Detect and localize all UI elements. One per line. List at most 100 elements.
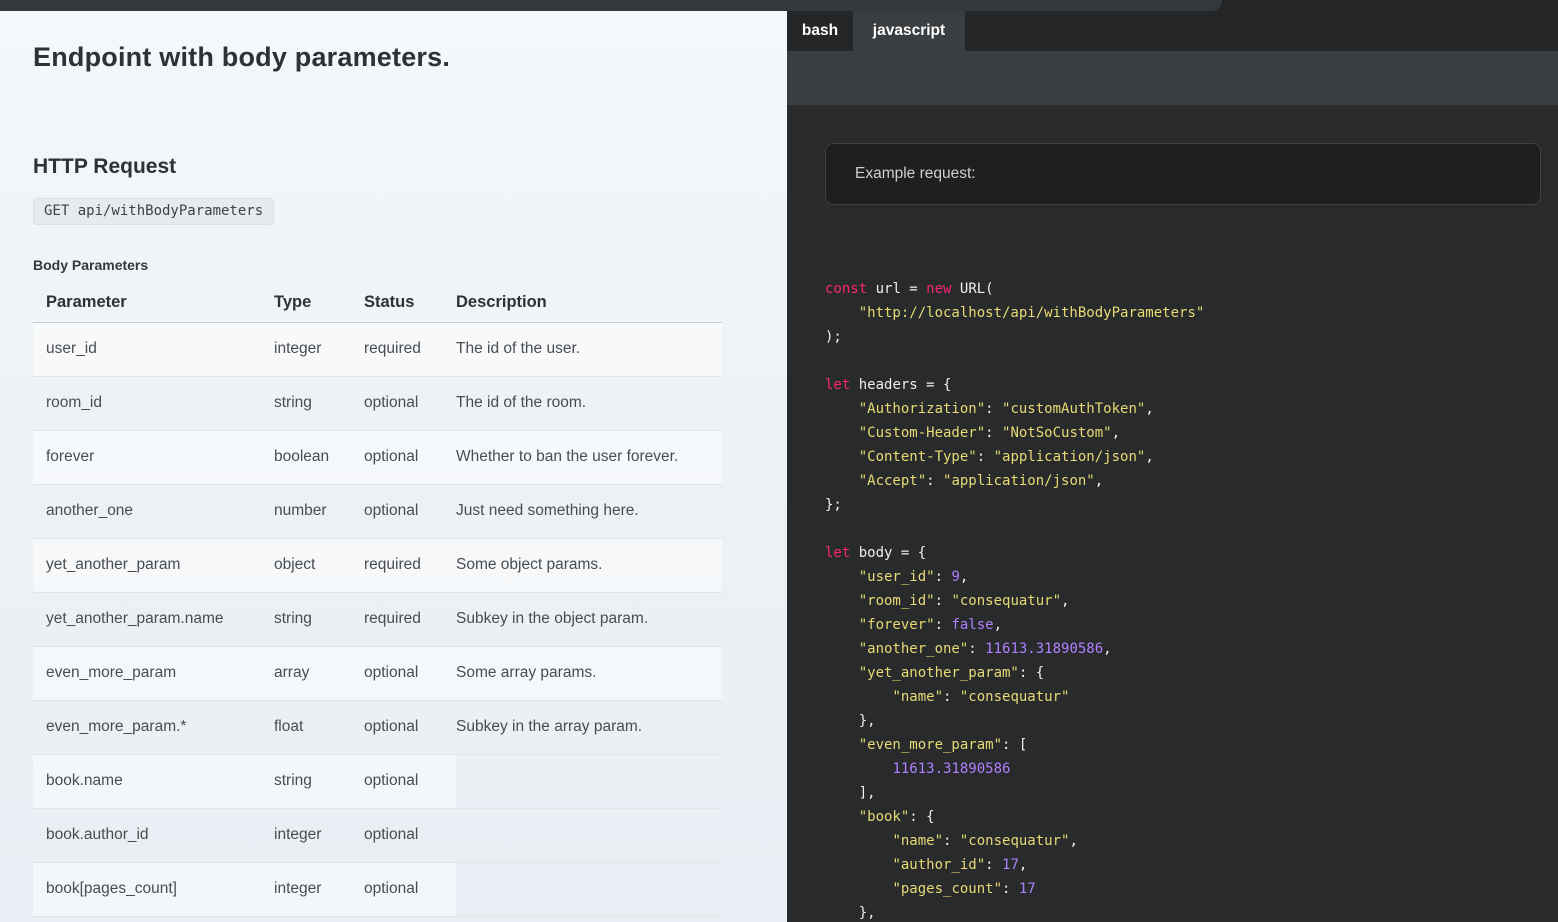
docs-content-panel: Endpoint with body parameters. HTTP Requ… bbox=[0, 11, 787, 922]
code-line: }, bbox=[825, 901, 1541, 922]
code-line: "Accept": "application/json", bbox=[825, 469, 1541, 493]
table-row: user_idintegerrequiredThe id of the user… bbox=[33, 322, 722, 376]
code-line: }, bbox=[825, 709, 1541, 733]
code-line: "name": "consequatur", bbox=[825, 829, 1541, 853]
code-line: "Content-Type": "application/json", bbox=[825, 445, 1541, 469]
table-row: book.author_idintegeroptional bbox=[33, 808, 722, 862]
cell-description: The id of the user. bbox=[456, 322, 722, 376]
cell-status: optional bbox=[364, 430, 456, 484]
cell-parameter: book[pages_count] bbox=[33, 862, 274, 916]
table-row: yet_another_param.namestringrequiredSubk… bbox=[33, 592, 722, 646]
cell-status: optional bbox=[364, 646, 456, 700]
table-row: room_idstringoptionalThe id of the room. bbox=[33, 376, 722, 430]
cell-status: optional bbox=[364, 754, 456, 808]
browser-top-bar bbox=[0, 0, 1558, 11]
code-line: "forever": false, bbox=[825, 613, 1541, 637]
cell-parameter: even_more_param bbox=[33, 646, 274, 700]
table-row: book[pages_count]integeroptional bbox=[33, 862, 722, 916]
table-row: foreverbooleanoptionalWhether to ban the… bbox=[33, 430, 722, 484]
code-line: }; bbox=[825, 493, 1541, 517]
table-header-row: Parameter Type Status Description bbox=[33, 283, 722, 322]
cell-description: The id of the room. bbox=[456, 376, 722, 430]
cell-parameter: book.author_id bbox=[33, 808, 274, 862]
cell-status: required bbox=[364, 322, 456, 376]
cell-status: optional bbox=[364, 808, 456, 862]
code-line: "pages_count": 17 bbox=[825, 877, 1541, 901]
body-parameters-label: Body Parameters bbox=[33, 257, 148, 273]
code-line: "even_more_param": [ bbox=[825, 733, 1541, 757]
cell-type: string bbox=[274, 592, 364, 646]
cell-parameter: even_more_param.* bbox=[33, 700, 274, 754]
cell-type: integer bbox=[274, 862, 364, 916]
cell-parameter: book.name bbox=[33, 754, 274, 808]
cell-status: optional bbox=[364, 376, 456, 430]
tab-bar-sub-band bbox=[787, 51, 1558, 105]
page-title: Endpoint with body parameters. bbox=[33, 42, 450, 73]
cell-description: Some array params. bbox=[456, 646, 722, 700]
code-line: "yet_another_param": { bbox=[825, 661, 1541, 685]
cell-type: string bbox=[274, 754, 364, 808]
cell-description: Subkey in the array param. bbox=[456, 700, 722, 754]
cell-description bbox=[456, 808, 722, 862]
code-line: "another_one": 11613.31890586, bbox=[825, 637, 1541, 661]
code-line: "author_id": 17, bbox=[825, 853, 1541, 877]
browser-top-bar-segment bbox=[0, 0, 1222, 11]
code-line: "Custom-Header": "NotSoCustom", bbox=[825, 421, 1541, 445]
cell-status: required bbox=[364, 592, 456, 646]
column-header-description: Description bbox=[456, 283, 722, 322]
cell-type: string bbox=[274, 376, 364, 430]
cell-type: array bbox=[274, 646, 364, 700]
cell-parameter: yet_another_param bbox=[33, 538, 274, 592]
table-row: yet_another_paramobjectrequiredSome obje… bbox=[33, 538, 722, 592]
cell-description bbox=[456, 754, 722, 808]
code-line: "room_id": "consequatur", bbox=[825, 589, 1541, 613]
cell-parameter: another_one bbox=[33, 484, 274, 538]
example-request-label: Example request: bbox=[855, 165, 976, 183]
language-tab-bar: bashjavascript bbox=[787, 11, 1558, 51]
tab-bash[interactable]: bash bbox=[787, 11, 853, 51]
code-line: "book": { bbox=[825, 805, 1541, 829]
cell-description: Some object params. bbox=[456, 538, 722, 592]
code-line bbox=[825, 349, 1541, 373]
cell-type: boolean bbox=[274, 430, 364, 484]
code-example-panel: bashjavascript Example request: const ur… bbox=[787, 11, 1558, 922]
code-line: 11613.31890586 bbox=[825, 757, 1541, 781]
cell-type: number bbox=[274, 484, 364, 538]
body-parameters-table: Parameter Type Status Description user_i… bbox=[33, 283, 722, 917]
cell-parameter: room_id bbox=[33, 376, 274, 430]
cell-parameter: yet_another_param.name bbox=[33, 592, 274, 646]
table-row: book.namestringoptional bbox=[33, 754, 722, 808]
cell-type: integer bbox=[274, 322, 364, 376]
cell-type: integer bbox=[274, 808, 364, 862]
code-line: ); bbox=[825, 325, 1541, 349]
cell-status: required bbox=[364, 538, 456, 592]
cell-description: Just need something here. bbox=[456, 484, 722, 538]
cell-status: optional bbox=[364, 862, 456, 916]
code-line: "Authorization": "customAuthToken", bbox=[825, 397, 1541, 421]
table-row: another_onenumberoptionalJust need somet… bbox=[33, 484, 722, 538]
code-line: let headers = { bbox=[825, 373, 1541, 397]
example-request-box: Example request: bbox=[825, 143, 1541, 205]
endpoint-method-chip: GET api/withBodyParameters bbox=[33, 198, 274, 225]
table-row: even_more_param.*floatoptionalSubkey in … bbox=[33, 700, 722, 754]
column-header-parameter: Parameter bbox=[33, 283, 274, 322]
http-request-heading: HTTP Request bbox=[33, 155, 176, 179]
code-block: const url = new URL( "http://localhost/a… bbox=[825, 277, 1541, 922]
code-line: let body = { bbox=[825, 541, 1541, 565]
code-line: "user_id": 9, bbox=[825, 565, 1541, 589]
cell-description: Subkey in the object param. bbox=[456, 592, 722, 646]
code-line: ], bbox=[825, 781, 1541, 805]
cell-type: object bbox=[274, 538, 364, 592]
cell-parameter: user_id bbox=[33, 322, 274, 376]
cell-description bbox=[456, 862, 722, 916]
column-header-status: Status bbox=[364, 283, 456, 322]
code-line: const url = new URL( bbox=[825, 277, 1541, 301]
code-line bbox=[825, 517, 1541, 541]
tab-javascript[interactable]: javascript bbox=[853, 11, 965, 51]
cell-parameter: forever bbox=[33, 430, 274, 484]
cell-status: optional bbox=[364, 484, 456, 538]
cell-description: Whether to ban the user forever. bbox=[456, 430, 722, 484]
code-line: "http://localhost/api/withBodyParameters… bbox=[825, 301, 1541, 325]
code-line: "name": "consequatur" bbox=[825, 685, 1541, 709]
cell-type: float bbox=[274, 700, 364, 754]
